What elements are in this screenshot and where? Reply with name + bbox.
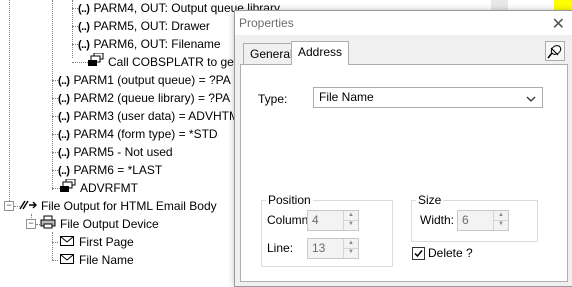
dialog-title: Properties: [239, 16, 294, 30]
dialog-title-bar[interactable]: Properties ✕: [235, 11, 572, 35]
address-tab-panel: Type: File Name Position Column: 4 ▲ ▼ L…: [240, 64, 568, 282]
collapse-toggle-output-device[interactable]: −: [26, 219, 36, 229]
spin-down-icon[interactable]: ▼: [344, 248, 358, 257]
tree-node-label: File Output for HTML Email Body: [41, 199, 217, 213]
pin-icon: [546, 45, 564, 63]
parameter-icon: (..): [78, 21, 90, 33]
line-value: 13: [312, 241, 326, 255]
size-group-title: Size: [416, 193, 444, 207]
parameter-icon: (..): [58, 165, 70, 177]
tree-node-label: Call COBSPLATR to get qu: [108, 55, 254, 69]
checkmark-icon: [414, 250, 423, 258]
tree-node-parm2[interactable]: (..) PARM2 (queue library) = ?PA: [58, 89, 230, 107]
tree-node-call-cobsplatr[interactable]: Call COBSPLATR to get qu: [88, 52, 254, 72]
tree-node-first-page[interactable]: First Page: [60, 233, 134, 251]
tree-node-parm4[interactable]: (..) PARM4 (form type) = *STD: [58, 125, 218, 143]
type-dropdown[interactable]: File Name: [313, 87, 543, 108]
column-spinner[interactable]: 4 ▲ ▼: [307, 210, 359, 231]
collapse-toggle-file-output[interactable]: −: [4, 201, 14, 211]
parameter-icon: (..): [58, 147, 70, 159]
column-label: Column:: [267, 213, 312, 227]
position-group-title: Position: [266, 193, 313, 207]
tree-node-parm1[interactable]: (..) PARM1 (output queue) = ?PA: [58, 71, 231, 89]
tree-node-label: File Name: [79, 253, 134, 267]
printer-device-icon: [40, 215, 56, 234]
program-call-icon: [88, 52, 104, 72]
tree-node-label: ADVRFMT: [80, 181, 138, 195]
tree-node-parm6-out[interactable]: (..) PARM6, OUT: Filename: [78, 35, 221, 53]
position-group: Position Column: 4 ▲ ▼ Line: 13 ▲ ▼: [261, 193, 393, 267]
pin-button[interactable]: [545, 41, 565, 61]
program-call-icon: [60, 178, 76, 198]
parameter-icon: (..): [78, 39, 90, 51]
line-label: Line:: [267, 241, 294, 255]
parameter-icon: (..): [58, 75, 70, 87]
tab-label: Address: [298, 45, 343, 59]
type-label: Type:: [258, 92, 288, 106]
spin-down-icon[interactable]: ▼: [494, 220, 508, 229]
envelope-icon: [60, 234, 75, 252]
tree-node-label: PARM3 (user data) = ADVHTM: [73, 109, 239, 123]
tree-node-parm5[interactable]: (..) PARM5 - Not used: [58, 143, 173, 161]
tree-node-label: PARM1 (output queue) = ?PA: [73, 73, 231, 87]
tree-node-label: PARM5 - Not used: [73, 145, 173, 159]
type-dropdown-value: File Name: [319, 90, 374, 104]
envelope-icon: [60, 252, 75, 270]
tree-node-file-output-device[interactable]: File Output Device: [40, 215, 159, 233]
delete-label[interactable]: Delete ?: [428, 246, 473, 260]
delete-checkbox[interactable]: [412, 247, 425, 260]
width-spinner[interactable]: 6 ▲ ▼: [457, 210, 509, 231]
parameter-icon: (..): [78, 3, 90, 15]
output-arrow-icon: [19, 198, 37, 216]
spin-down-icon[interactable]: ▼: [344, 220, 358, 229]
tree-node-parm5-out[interactable]: (..) PARM5, OUT: Drawer: [78, 17, 210, 35]
tree-node-advrfmt[interactable]: ADVRFMT: [60, 178, 138, 198]
size-group: Size Width: 6 ▲ ▼: [411, 193, 538, 242]
chevron-down-icon: [526, 92, 536, 106]
parameter-icon: (..): [58, 111, 70, 123]
tree-node-label: PARM4 (form type) = *STD: [73, 127, 218, 141]
tree-node-file-output[interactable]: File Output for HTML Email Body: [19, 197, 217, 215]
column-value: 4: [312, 213, 319, 227]
tab-label: General: [250, 47, 293, 61]
tree-node-label: File Output Device: [60, 217, 159, 231]
properties-dialog: Properties ✕ General Address Type: File …: [234, 10, 572, 287]
tree-node-label: PARM2 (queue library) = ?PA: [73, 91, 231, 105]
width-value: 6: [462, 213, 469, 227]
tab-address[interactable]: Address: [291, 41, 350, 65]
width-label: Width:: [420, 213, 455, 227]
line-spinner[interactable]: 13 ▲ ▼: [307, 238, 359, 259]
tree-node-label: PARM6 = *LAST: [73, 163, 163, 177]
close-icon[interactable]: ✕: [552, 14, 565, 34]
tree-node-label: PARM5, OUT: Drawer: [93, 19, 210, 33]
parameter-icon: (..): [58, 129, 70, 141]
parameter-icon: (..): [58, 93, 70, 105]
tree-node-parm3[interactable]: (..) PARM3 (user data) = ADVHTM: [58, 107, 239, 125]
tree-node-label: First Page: [79, 235, 134, 249]
tree-node-parm6[interactable]: (..) PARM6 = *LAST: [58, 161, 162, 179]
tree-node-label: PARM6, OUT: Filename: [93, 37, 221, 51]
tree-node-file-name[interactable]: File Name: [60, 251, 134, 269]
